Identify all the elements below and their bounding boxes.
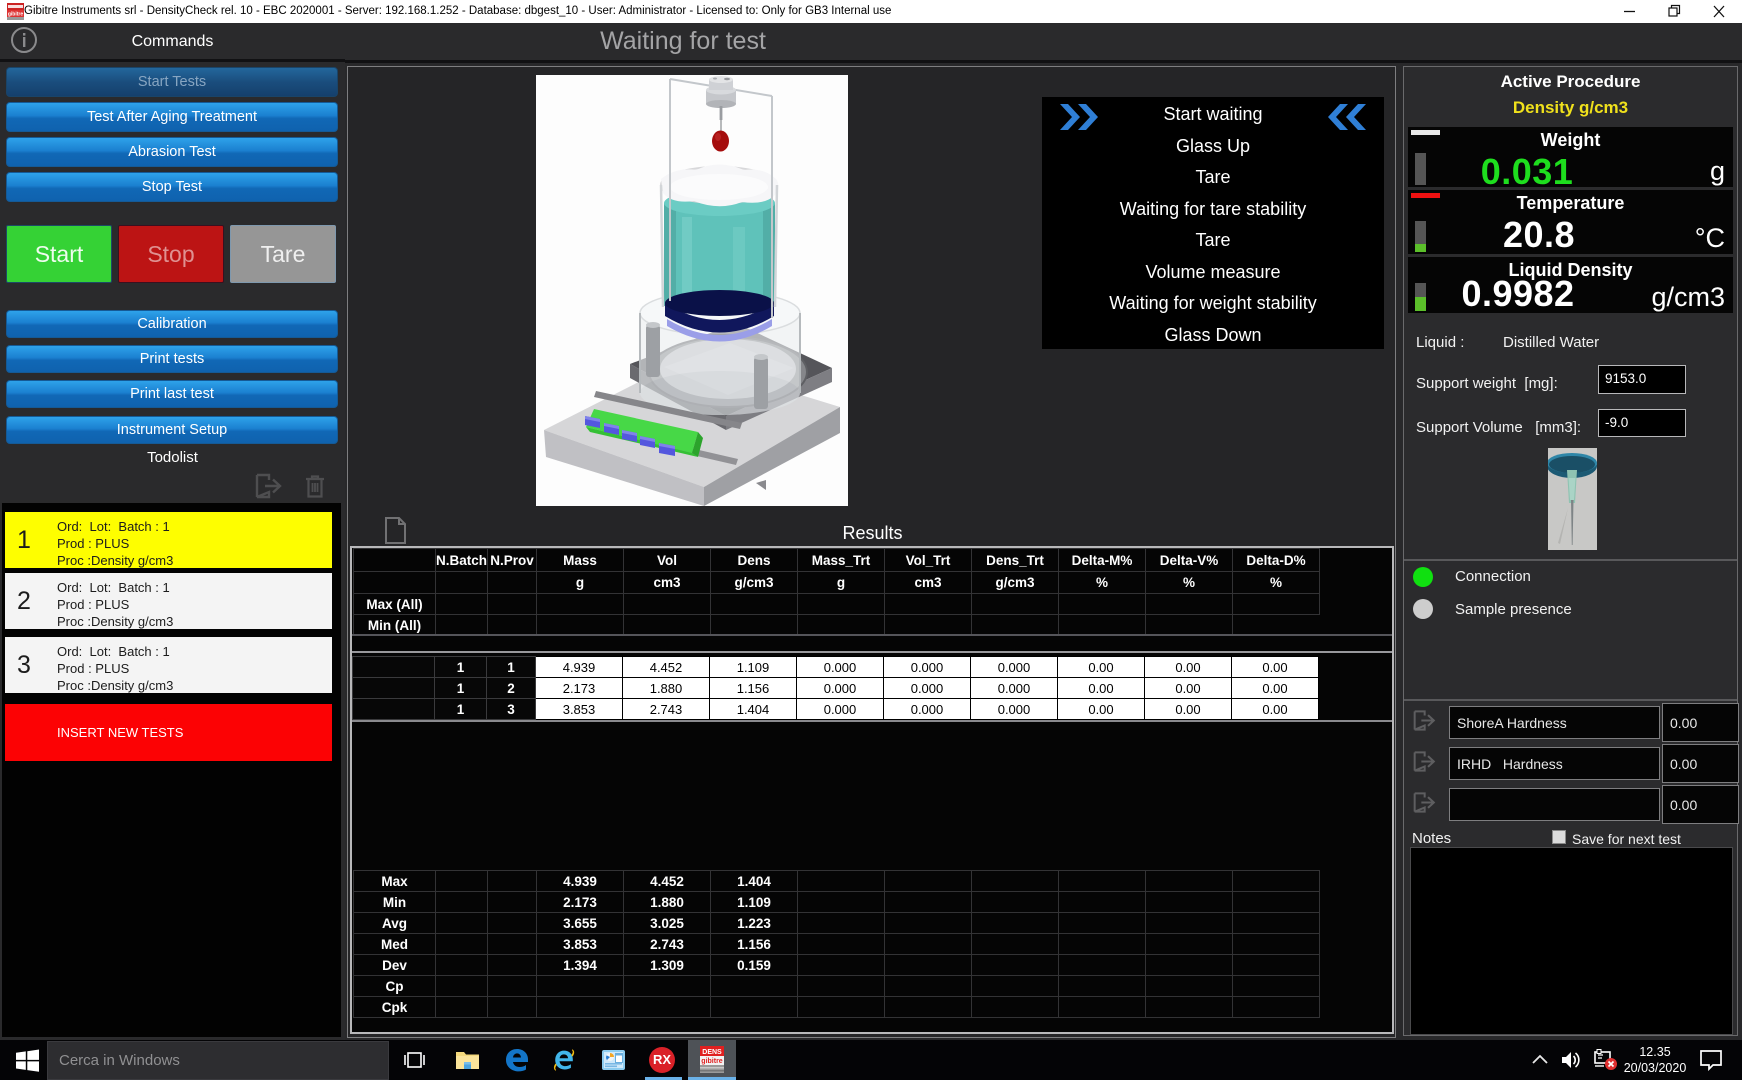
svg-text:gibitre: gibitre [701,1058,722,1065]
svg-text:DENS: DENS [702,1049,722,1056]
svg-text:gibitre: gibitre [8,12,23,18]
